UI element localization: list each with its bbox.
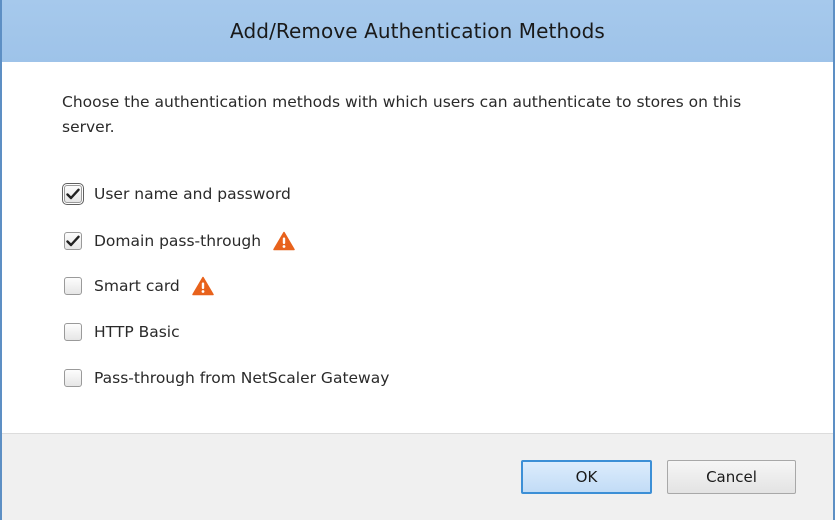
- checkbox-domain-pass-through[interactable]: [64, 232, 82, 250]
- option-domain-pass-through[interactable]: Domain pass-through: [64, 228, 295, 254]
- option-label: User name and password: [94, 185, 291, 203]
- cancel-button[interactable]: Cancel: [667, 460, 796, 494]
- option-label: Smart card: [94, 277, 180, 295]
- option-label: HTTP Basic: [94, 323, 180, 341]
- ok-button[interactable]: OK: [521, 460, 652, 494]
- checkbox-pass-through-from-netscaler-gateway[interactable]: [64, 369, 82, 387]
- dialog-description: Choose the authentication methods with w…: [62, 93, 742, 136]
- check-icon: [66, 188, 80, 200]
- option-label: Pass-through from NetScaler Gateway: [94, 369, 390, 387]
- dialog-window: Add/Remove Authentication Methods Choose…: [0, 0, 835, 520]
- option-user-name-and-password[interactable]: User name and password: [62, 181, 291, 207]
- dialog-content: Choose the authentication methods with w…: [16, 62, 819, 433]
- checkbox-smart-card[interactable]: [64, 277, 82, 295]
- warning-triangle-icon: [273, 231, 295, 251]
- checkbox-user-name-and-password[interactable]: [62, 183, 84, 205]
- checkbox-http-basic[interactable]: [64, 323, 82, 341]
- option-pass-through-from-netscaler-gateway[interactable]: Pass-through from NetScaler Gateway: [64, 365, 389, 391]
- dialog-title: Add/Remove Authentication Methods: [230, 19, 605, 43]
- check-icon: [66, 235, 80, 247]
- option-http-basic[interactable]: HTTP Basic: [64, 319, 180, 345]
- warning-triangle-icon: [192, 276, 214, 296]
- option-label: Domain pass-through: [94, 232, 262, 250]
- option-smart-card[interactable]: Smart card: [64, 273, 214, 299]
- title-bar: Add/Remove Authentication Methods: [2, 0, 833, 62]
- dialog-footer: OK Cancel: [2, 433, 833, 520]
